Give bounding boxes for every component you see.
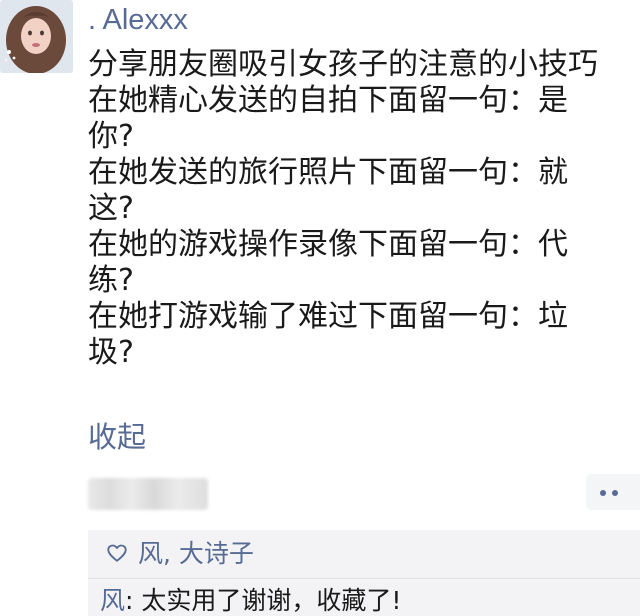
likers-list[interactable]: 风, 大诗子	[138, 538, 254, 570]
likes-row: 风, 大诗子	[88, 530, 640, 579]
interaction-panel: 风, 大诗子 风: 太实用了谢谢，收藏了!	[88, 530, 640, 616]
post-text-line: 分享朋友圈吸引女孩子的注意的小技巧	[88, 47, 598, 82]
post-time-blurred	[88, 478, 208, 510]
ellipsis-dot	[612, 490, 618, 496]
ellipsis-dot	[600, 490, 606, 496]
post-text-line: 在她的游戏操作录像下面留一句：代	[88, 227, 568, 262]
comment-separator: :	[125, 586, 142, 615]
comment-item[interactable]: 风: 太实用了谢谢，收藏了!	[100, 585, 401, 616]
avatar-image	[0, 0, 73, 73]
post-text-line: 在她打游戏输了难过下面留一句：垃	[88, 299, 568, 334]
post-text: 分享朋友圈吸引女孩子的注意的小技巧 在她精心发送的自拍下面留一句：是 你? 在她…	[88, 47, 640, 371]
collapse-link[interactable]: 收起	[88, 420, 146, 454]
post-text-line: 在她发送的旅行照片下面留一句：就	[88, 155, 568, 190]
ellipsis-icon[interactable]	[586, 474, 640, 510]
post-text-line: 在她精心发送的自拍下面留一句：是	[88, 83, 568, 118]
avatar[interactable]	[0, 0, 73, 73]
comment-author[interactable]: 风	[100, 586, 125, 615]
post-text-line: 练?	[88, 263, 134, 298]
author-name[interactable]: . Alexxx	[88, 3, 188, 37]
post-text-line: 圾?	[88, 335, 134, 370]
moments-post: . Alexxx 分享朋友圈吸引女孩子的注意的小技巧 在她精心发送的自拍下面留一…	[0, 0, 640, 616]
heart-icon	[107, 544, 127, 562]
comment-text: 太实用了谢谢，收藏了!	[141, 586, 402, 615]
post-text-line: 这?	[88, 191, 134, 226]
post-text-line: 你?	[88, 119, 134, 154]
